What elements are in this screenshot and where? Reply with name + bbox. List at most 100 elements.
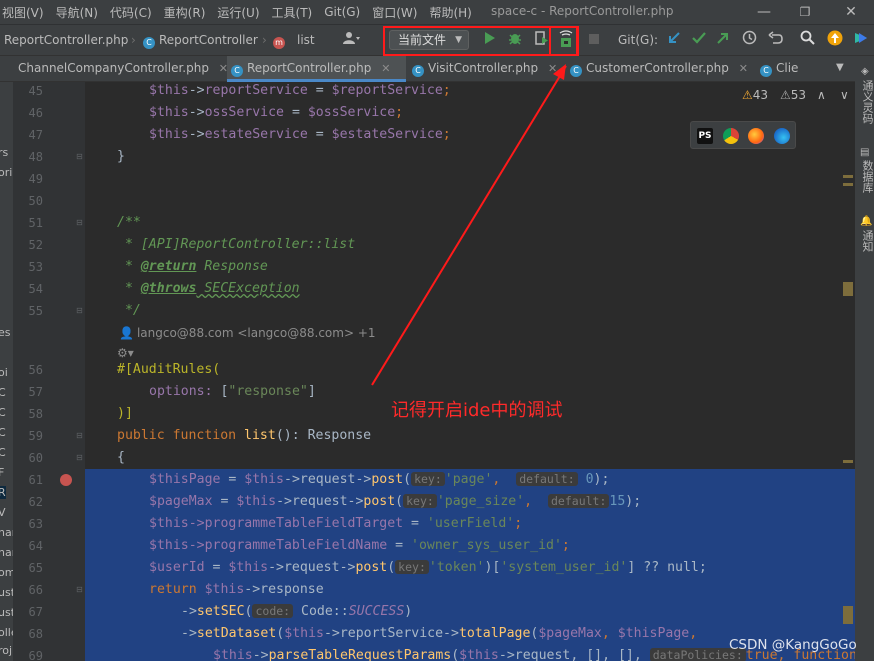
close-button[interactable]: ✕	[841, 2, 861, 22]
scroll-marker[interactable]	[843, 282, 853, 296]
rollback-icon[interactable]	[764, 30, 786, 52]
previous-highlight-icon[interactable]: ∧	[817, 88, 826, 102]
right-panel-database[interactable]: 数据库	[859, 160, 874, 193]
code-line-51: /**	[117, 215, 141, 230]
menu-navigate[interactable]: 导航(N)	[56, 4, 106, 21]
breadcrumb-class[interactable]: C ReportController	[143, 33, 258, 49]
phpstorm-icon[interactable]: PS	[697, 128, 713, 144]
breadcrumb-method[interactable]: m list	[273, 33, 315, 49]
menu-tools[interactable]: 工具(T)	[272, 4, 321, 21]
scroll-marker[interactable]	[843, 175, 853, 178]
maximize-button[interactable]: ❐	[795, 2, 815, 22]
close-icon[interactable]: ✕	[381, 62, 390, 75]
scroll-marker[interactable]	[843, 460, 853, 463]
menu-git[interactable]: Git(G)	[324, 5, 368, 19]
project-tree-fragment[interactable]: C	[0, 406, 6, 419]
menu-view[interactable]: 视图(V)	[2, 4, 52, 21]
token: ->	[188, 127, 205, 142]
fold-marker-icon[interactable]: ⊟	[76, 218, 84, 227]
project-tree-fragment[interactable]: R	[0, 486, 6, 499]
tab-channel-company[interactable]: ChannelCompanyController.php ✕	[14, 56, 228, 82]
project-tree-fragment[interactable]: C	[0, 386, 6, 399]
scroll-marker[interactable]	[843, 606, 853, 624]
project-tree-fragment[interactable]: V	[0, 506, 6, 519]
line-number: 54	[28, 282, 43, 296]
close-icon[interactable]: ✕	[548, 62, 557, 75]
fold-marker-icon[interactable]: ⊟	[76, 306, 84, 315]
project-tree-fragment[interactable]: han	[0, 526, 13, 539]
git-update-icon[interactable]	[663, 30, 685, 52]
fold-marker-icon[interactable]: ⊟	[76, 152, 84, 161]
weak-warning-icon: ⚠	[780, 88, 791, 102]
project-tree-fragment[interactable]: es	[0, 326, 11, 339]
stop-icon[interactable]	[583, 30, 605, 52]
project-tree-fragment[interactable]: ust	[0, 586, 13, 599]
notification-bell-icon[interactable]: 🔔	[860, 216, 872, 227]
token: $this	[213, 648, 253, 661]
menu-code[interactable]: 代码(C)	[110, 4, 160, 21]
fold-marker-icon[interactable]: ⊟	[76, 453, 84, 462]
right-panel-notifications[interactable]: 通知	[859, 230, 874, 252]
param-hint: code:	[252, 604, 294, 618]
ai-assistant-icon[interactable]	[850, 30, 872, 52]
database-icon[interactable]: ▤	[860, 147, 869, 158]
token: ->	[188, 105, 205, 120]
tongyi-icon[interactable]: ◈	[861, 66, 869, 77]
right-panel-tongyi[interactable]: 通义灵码	[859, 80, 874, 124]
token: ->programmeTableFieldTarget	[188, 516, 404, 531]
project-tree-fragment[interactable]: rs	[0, 146, 8, 159]
project-tree-fragment[interactable]: ust	[0, 606, 13, 619]
project-tree-fragment[interactable]: han	[0, 546, 13, 559]
token: =	[212, 494, 237, 509]
search-icon[interactable]	[796, 30, 818, 52]
close-icon[interactable]: ✕	[739, 62, 748, 75]
git-push-icon[interactable]	[712, 30, 734, 52]
project-tree-fragment[interactable]: roj	[0, 644, 12, 657]
scroll-marker[interactable]	[843, 183, 853, 186]
firefox-icon[interactable]	[748, 128, 764, 144]
update-available-icon[interactable]	[824, 30, 846, 52]
code-line-59: public function list(): Response	[117, 428, 371, 443]
token: ->	[181, 626, 197, 641]
user-icon[interactable]	[341, 30, 363, 52]
token: $this	[149, 105, 189, 120]
menu-run[interactable]: 运行(U)	[217, 4, 267, 21]
project-tree-fragment[interactable]: F	[0, 466, 4, 479]
code-line-55: */	[117, 303, 141, 318]
chrome-icon[interactable]	[723, 128, 739, 144]
author-label: langco@88.com <langco@88.com> +1	[136, 326, 376, 340]
token: ;	[561, 538, 570, 553]
project-tree-fragment[interactable]: C	[0, 426, 6, 439]
breadcrumb-file[interactable]: ReportController.php	[4, 33, 128, 47]
tab-report-controller[interactable]: C ReportController.php ✕	[227, 56, 406, 82]
token: ,	[689, 626, 698, 641]
settings-hint-icon[interactable]: ⚙▾	[117, 346, 134, 360]
project-tree-fragment[interactable]: olle	[0, 626, 13, 639]
next-highlight-icon[interactable]: ∨	[840, 88, 849, 102]
tab-overflow-chevron-icon[interactable]: ▼	[832, 56, 844, 82]
tab-client[interactable]: C Clie	[756, 56, 798, 82]
fold-marker-icon[interactable]: ⊟	[76, 585, 84, 594]
tab-customer-controller[interactable]: C CustomerController.php ✕	[566, 56, 748, 82]
token: );	[625, 494, 642, 509]
weak-warnings-count[interactable]: ⚠53	[780, 88, 806, 102]
history-icon[interactable]	[738, 30, 760, 52]
token: $this	[459, 648, 499, 661]
warnings-count[interactable]: ⚠43	[742, 88, 768, 102]
menu-help[interactable]: 帮助(H)	[429, 4, 479, 21]
fold-marker-icon[interactable]: ⊟	[76, 431, 84, 440]
git-commit-icon[interactable]	[688, 30, 710, 52]
project-tree-fragment[interactable]: ori	[0, 166, 12, 179]
git-author-hint[interactable]: 👤 langco@88.com <langco@88.com> +1	[119, 326, 376, 340]
line-number: 62	[28, 495, 43, 509]
project-tree-fragment[interactable]: C	[0, 446, 6, 459]
token: function	[172, 428, 245, 443]
tab-visit-controller[interactable]: C VisitController.php ✕	[408, 56, 557, 82]
minimize-button[interactable]: —	[754, 2, 774, 22]
menu-window[interactable]: 窗口(W)	[372, 4, 425, 21]
menu-refactor[interactable]: 重构(R)	[164, 4, 214, 21]
edge-icon[interactable]	[774, 128, 790, 144]
project-tree-fragment[interactable]: oi	[0, 366, 8, 379]
project-tree-fragment[interactable]: om	[0, 566, 13, 579]
breakpoint-icon[interactable]	[60, 474, 72, 486]
